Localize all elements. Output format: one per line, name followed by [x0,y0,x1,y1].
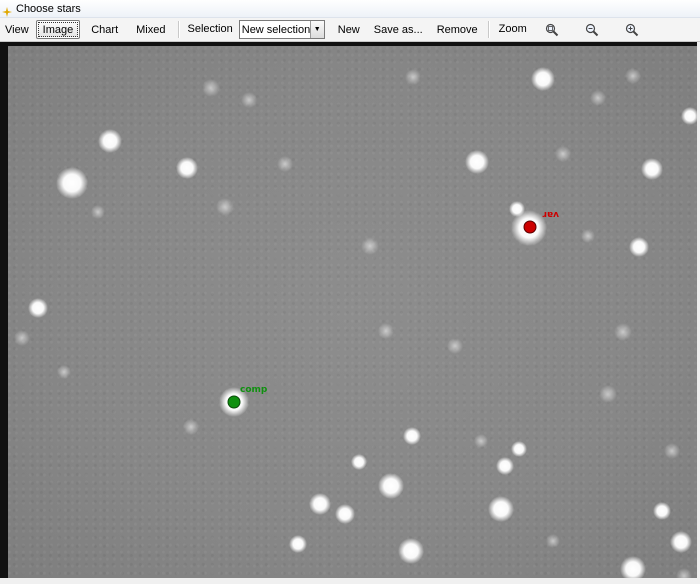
faint-star [664,443,680,459]
zoom-label: Zoom [498,23,527,35]
faint-star [378,323,394,339]
faint-star [599,385,617,403]
star[interactable] [496,457,514,475]
save-as-button[interactable]: Save as... [367,20,430,39]
faint-star [183,419,199,435]
faint-star [216,198,234,216]
faint-star [277,156,293,172]
faint-star [202,79,220,97]
star-field[interactable]: var comp [8,46,697,578]
star[interactable] [398,538,424,564]
toolbar-separator [178,21,181,38]
star[interactable] [335,504,355,524]
selection-label: Selection [187,23,233,35]
star[interactable] [378,473,404,499]
star[interactable] [629,237,649,257]
image-frame: var comp [0,42,697,578]
image-mode-button[interactable]: Image [35,20,81,39]
faint-star [361,237,379,255]
faint-star [590,90,606,106]
faint-star [546,534,560,548]
window-title: Choose stars [16,2,81,15]
faint-star [676,568,692,578]
star[interactable] [176,157,198,179]
chart-mode-button[interactable]: Chart [84,20,125,39]
star[interactable] [98,129,122,153]
star[interactable] [653,502,671,520]
faint-star [581,229,595,243]
variable-star-label: var [542,209,559,219]
faint-star [625,68,641,84]
zoom-in-icon[interactable] [617,20,647,39]
variable-star-dot[interactable] [523,220,537,234]
toolbar-separator [487,21,490,38]
faint-star [57,365,71,379]
star[interactable] [403,427,421,445]
zoom-fit-icon[interactable] [537,20,567,39]
selection-dropdown[interactable]: New selection ▼ [238,20,325,39]
window-bottom-border [0,578,700,584]
sky-image[interactable]: var comp [8,46,697,578]
faint-star [405,69,421,85]
star[interactable] [465,150,489,174]
image-view[interactable]: var comp [0,42,700,584]
star[interactable] [509,201,525,217]
star[interactable] [289,535,307,553]
view-menu-label: View [5,24,29,36]
selection-dropdown-value: New selection [241,23,310,36]
chevron-down-icon[interactable]: ▼ [309,21,324,38]
faint-star [447,338,463,354]
faint-star [14,330,30,346]
choose-stars-window: Choose stars View Image Chart Mixed Sele… [0,0,700,584]
faint-star [614,323,632,341]
comparison-star-dot[interactable] [227,395,241,409]
star[interactable] [681,107,697,125]
star[interactable] [351,454,367,470]
toolbar: View Image Chart Mixed Selection New sel… [0,18,700,42]
star[interactable] [531,67,555,91]
faint-star [241,92,257,108]
mixed-mode-button[interactable]: Mixed [129,20,172,39]
new-selection-button[interactable]: New [331,20,367,39]
star[interactable] [56,167,88,199]
star[interactable] [511,441,527,457]
star[interactable] [28,298,48,318]
star[interactable] [620,556,646,578]
remove-button[interactable]: Remove [430,20,485,39]
comparison-star-label: comp [240,385,268,395]
star[interactable] [309,493,331,515]
faint-star [474,434,488,448]
star-sparkle-icon [2,4,12,17]
faint-star [555,146,571,162]
faint-star [91,205,105,219]
star[interactable] [670,531,692,553]
star[interactable] [488,496,514,522]
zoom-out-icon[interactable] [577,20,607,39]
title-bar: Choose stars [0,0,700,18]
star[interactable] [641,158,663,180]
